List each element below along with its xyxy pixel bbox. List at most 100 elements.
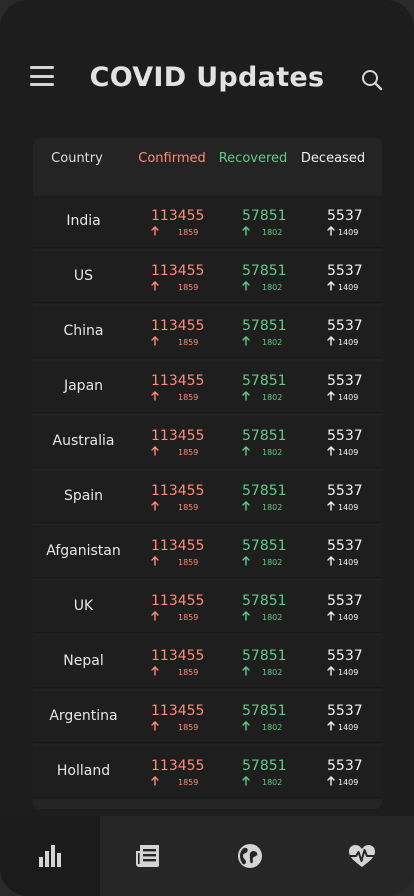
confirmed-count: 113455 — [151, 208, 205, 224]
deceased-count: 5537 — [327, 263, 363, 279]
confirmed-cell: 113455 1859 — [151, 483, 204, 513]
deceased-count: 5537 — [327, 703, 363, 719]
nav-news[interactable] — [98, 816, 198, 896]
confirmed-count: 113455 — [151, 703, 205, 719]
recovered-cell: 57851 1802 — [242, 703, 287, 733]
arrow-up-icon — [327, 336, 335, 348]
table-row[interactable]: Holland 113455 1859 57851 1802 5537 1409 — [33, 746, 382, 797]
bottom-nav — [0, 816, 414, 896]
arrow-up-icon — [242, 556, 250, 568]
deceased-count: 5537 — [327, 538, 363, 554]
table-row[interactable]: UK 113455 1859 57851 1802 5537 1409 — [33, 581, 382, 632]
arrow-up-icon — [151, 721, 159, 733]
confirmed-delta: 1859 — [178, 558, 199, 567]
deceased-delta: 1409 — [338, 778, 359, 787]
country-name: Japan — [63, 378, 104, 394]
arrow-up-icon — [327, 501, 335, 513]
recovered-cell: 57851 1802 — [242, 428, 287, 458]
confirmed-delta: 1859 — [178, 668, 199, 677]
nav-stats[interactable] — [0, 816, 100, 896]
arrow-up-icon — [242, 391, 250, 403]
recovered-count: 57851 — [242, 208, 287, 224]
arrow-up-icon — [242, 336, 250, 348]
globe-icon — [238, 844, 262, 868]
deceased-delta: 1409 — [338, 228, 359, 237]
confirmed-cell: 113455 1859 — [151, 373, 204, 403]
deceased-cell: 5537 1409 — [327, 758, 363, 788]
table-row[interactable]: China 113455 1859 57851 1802 5537 1409 — [33, 306, 382, 357]
arrow-up-icon — [151, 391, 159, 403]
deceased-count: 5537 — [327, 758, 363, 774]
confirmed-cell: 113455 1859 — [151, 263, 204, 293]
arrow-up-icon — [242, 226, 250, 238]
recovered-count: 57851 — [242, 373, 287, 389]
country-name: US — [73, 268, 94, 284]
column-header-deceased: Deceased — [300, 151, 366, 166]
recovered-count: 57851 — [242, 758, 287, 774]
deceased-cell: 5537 1409 — [327, 483, 363, 513]
app-header: COVID Updates — [0, 52, 414, 108]
recovered-cell: 57851 1802 — [242, 373, 287, 403]
confirmed-count: 113455 — [151, 593, 205, 609]
table-row[interactable]: India 113455 1859 57851 1802 5537 1409 — [33, 196, 382, 247]
deceased-cell: 5537 1409 — [327, 538, 363, 568]
confirmed-cell: 113455 1859 — [151, 538, 204, 568]
deceased-cell: 5537 1409 — [327, 593, 363, 623]
confirmed-cell: 113455 1859 — [151, 593, 204, 623]
deceased-delta: 1409 — [338, 558, 359, 567]
recovered-cell: 57851 1802 — [242, 208, 287, 238]
arrow-up-icon — [151, 556, 159, 568]
confirmed-delta: 1859 — [178, 613, 199, 622]
arrow-up-icon — [242, 281, 250, 293]
confirmed-cell: 113455 1859 — [151, 703, 204, 733]
confirmed-count: 113455 — [151, 263, 205, 279]
arrow-up-icon — [151, 226, 159, 238]
arrow-up-icon — [242, 666, 250, 678]
newspaper-icon — [136, 845, 159, 867]
recovered-delta: 1802 — [262, 228, 283, 237]
bar-chart-icon — [39, 845, 61, 867]
deceased-count: 5537 — [327, 318, 363, 334]
deceased-delta: 1409 — [338, 503, 359, 512]
nav-health[interactable] — [312, 816, 412, 896]
deceased-cell: 5537 1409 — [327, 648, 363, 678]
country-name: Holland — [56, 763, 111, 779]
recovered-cell: 57851 1802 — [242, 318, 287, 348]
recovered-count: 57851 — [242, 428, 287, 444]
heart-pulse-icon — [349, 845, 375, 867]
confirmed-cell: 113455 1859 — [151, 318, 204, 348]
nav-world[interactable] — [200, 816, 300, 896]
recovered-count: 57851 — [242, 318, 287, 334]
deceased-count: 5537 — [327, 483, 363, 499]
confirmed-count: 113455 — [151, 373, 205, 389]
search-icon[interactable] — [360, 68, 384, 92]
arrow-up-icon — [327, 226, 335, 238]
arrow-up-icon — [151, 501, 159, 513]
country-name: Argentina — [49, 708, 118, 724]
recovered-delta: 1802 — [262, 778, 283, 787]
table-row[interactable]: Spain 113455 1859 57851 1802 5537 1409 — [33, 471, 382, 522]
column-header-country: Country — [51, 151, 103, 166]
table-row[interactable]: Australia 113455 1859 57851 1802 5537 1409 — [33, 416, 382, 467]
table-row[interactable]: Japan 113455 1859 57851 1802 5537 1409 — [33, 361, 382, 412]
country-name: Nepal — [63, 653, 104, 669]
arrow-up-icon — [327, 776, 335, 788]
deceased-delta: 1409 — [338, 613, 359, 622]
deceased-cell: 5537 1409 — [327, 263, 363, 293]
recovered-count: 57851 — [242, 538, 287, 554]
country-name: Spain — [63, 488, 104, 504]
confirmed-count: 113455 — [151, 758, 205, 774]
table-row[interactable]: Argentina 113455 1859 57851 1802 5537 1409 — [33, 691, 382, 742]
arrow-up-icon — [151, 446, 159, 458]
table-row[interactable]: Nepal 113455 1859 57851 1802 5537 1409 — [33, 636, 382, 687]
recovered-delta: 1802 — [262, 668, 283, 677]
confirmed-cell: 113455 1859 — [151, 648, 204, 678]
confirmed-count: 113455 — [151, 483, 205, 499]
arrow-up-icon — [151, 281, 159, 293]
deceased-cell: 5537 1409 — [327, 208, 363, 238]
app-screen: COVID Updates Country Confirmed Recovere… — [0, 0, 414, 896]
deceased-delta: 1409 — [338, 338, 359, 347]
table-row[interactable]: US 113455 1859 57851 1802 5537 1409 — [33, 251, 382, 302]
recovered-count: 57851 — [242, 648, 287, 664]
table-row[interactable]: Afganistan 113455 1859 57851 1802 5537 1409 — [33, 526, 382, 577]
